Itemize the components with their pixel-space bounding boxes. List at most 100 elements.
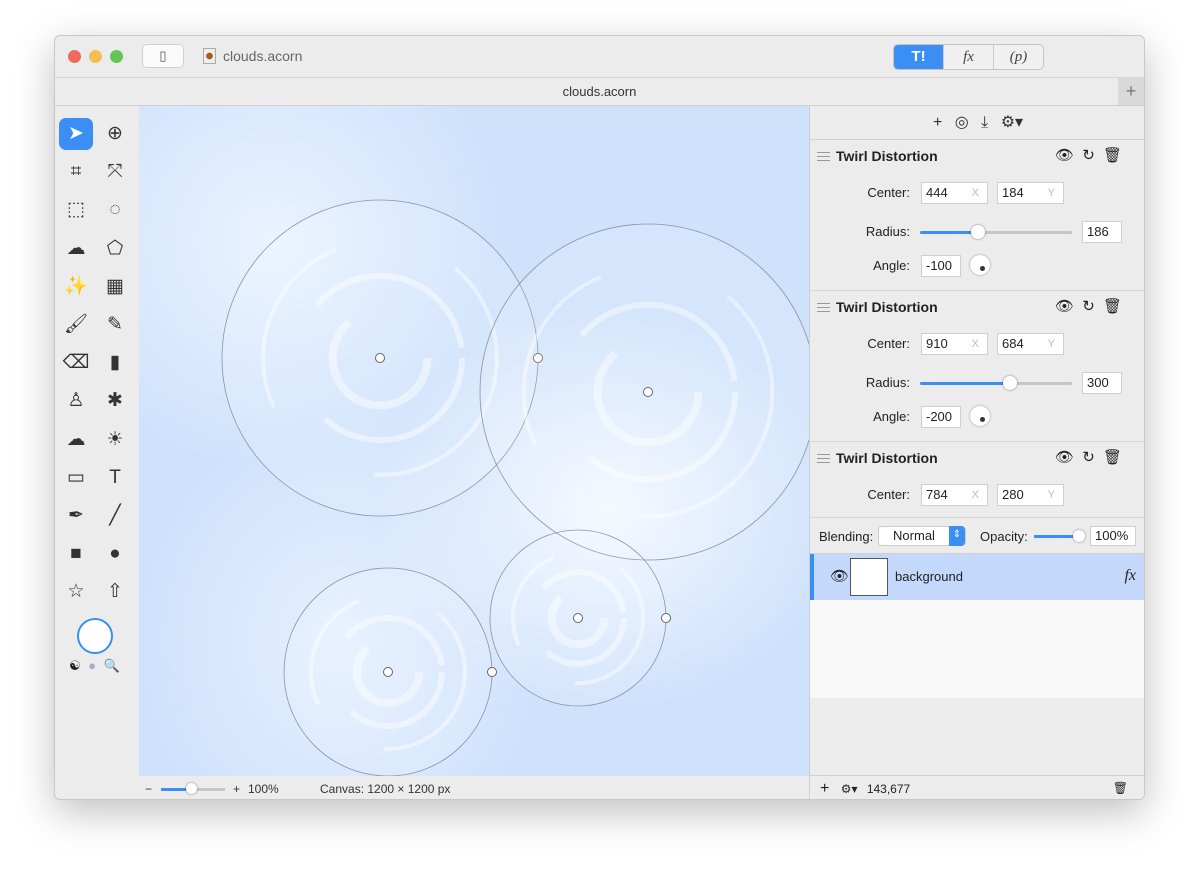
close-button[interactable] bbox=[68, 50, 81, 63]
layer-fx-button[interactable]: fx bbox=[1124, 567, 1136, 585]
instant-alpha-tool[interactable]: ▦ bbox=[98, 271, 132, 303]
center-handle[interactable] bbox=[375, 353, 385, 363]
visibility-eye-icon[interactable]: 👁 bbox=[1055, 298, 1074, 315]
oval-tool[interactable]: ● bbox=[98, 538, 132, 570]
radius-field[interactable]: 300 bbox=[1082, 372, 1122, 394]
angle-field[interactable]: -200 bbox=[921, 406, 961, 428]
document-title: clouds.acorn bbox=[203, 48, 302, 64]
filter-toolbar: + ◎ ⤓ ⚙▾ bbox=[810, 106, 1144, 140]
center-y-field[interactable]: 684 Y bbox=[997, 333, 1064, 355]
eraser-tool[interactable]: ⌫ bbox=[59, 347, 93, 379]
rectangle-tool[interactable]: ■ bbox=[59, 538, 93, 570]
zoom-button[interactable] bbox=[110, 50, 123, 63]
opacity-field[interactable]: 100% bbox=[1090, 526, 1136, 546]
brush-tool[interactable]: 🖌 bbox=[59, 309, 93, 341]
magic-wand-tool[interactable]: ✨ bbox=[59, 271, 93, 303]
lasso-tool[interactable]: ☁ bbox=[59, 233, 93, 265]
radius-handle[interactable] bbox=[487, 667, 497, 677]
opacity-slider[interactable] bbox=[1034, 530, 1085, 542]
zoom-in-button[interactable]: + bbox=[233, 778, 240, 799]
download-icon[interactable]: ⤓ bbox=[981, 114, 988, 131]
center-handle[interactable] bbox=[643, 387, 653, 397]
delete-layer-icon[interactable]: 🗑 bbox=[1113, 776, 1128, 799]
smudge-tool[interactable]: ✱ bbox=[98, 385, 132, 417]
mode-filters[interactable]: fx bbox=[943, 45, 993, 69]
color-picker-icon[interactable]: 🔍 bbox=[104, 658, 120, 673]
visibility-eye-icon[interactable]: 👁 bbox=[1055, 449, 1074, 466]
tab-bar: clouds.acorn + bbox=[55, 78, 1144, 106]
center-handle[interactable] bbox=[383, 667, 393, 677]
radius-slider[interactable] bbox=[920, 376, 1072, 390]
zoom-slider[interactable] bbox=[161, 783, 225, 794]
filter-title: Twirl Distortion bbox=[836, 299, 938, 315]
pencil-tool[interactable]: ✎ bbox=[98, 309, 132, 341]
radius-handle[interactable] bbox=[661, 613, 671, 623]
crop-tool[interactable]: ⌗ bbox=[59, 156, 93, 188]
star-tool[interactable]: ☆ bbox=[59, 576, 93, 608]
rect-select-tool[interactable]: ⬚ bbox=[59, 194, 93, 226]
visibility-eye-icon[interactable]: 👁 bbox=[830, 567, 849, 585]
tab-clouds[interactable]: clouds.acorn bbox=[563, 84, 637, 99]
gradient-tool[interactable]: ▭ bbox=[59, 462, 93, 494]
resize-tool[interactable]: ⤧ bbox=[98, 156, 132, 188]
center-x-field[interactable]: 784 X bbox=[921, 484, 988, 506]
center-x-field[interactable]: 444 X bbox=[921, 182, 988, 204]
fill-tool[interactable]: ▮ bbox=[98, 347, 132, 379]
filter-header: Twirl Distortion 👁 ↻ 🗑 bbox=[810, 442, 1144, 474]
mode-shapes[interactable]: (p) bbox=[993, 45, 1043, 69]
trash-icon[interactable]: 🗑 bbox=[1103, 298, 1122, 315]
arrow-tool[interactable]: ⇧ bbox=[98, 576, 132, 608]
line-tool[interactable]: ╱ bbox=[98, 500, 132, 532]
angle-dial[interactable] bbox=[970, 255, 990, 275]
blending-select[interactable]: Normal ⇕ bbox=[878, 526, 966, 546]
radius-label: Radius: bbox=[865, 375, 910, 390]
sidebar-toggle-button[interactable]: ▯ bbox=[142, 44, 184, 68]
text-tool[interactable]: T bbox=[98, 462, 132, 494]
swap-colors-icon[interactable]: ☯ bbox=[69, 658, 81, 673]
title-bar: ▯ clouds.acorn T! fx (p) bbox=[55, 36, 1144, 78]
twirl-region-2[interactable] bbox=[479, 223, 809, 561]
clone-tool[interactable]: ♙ bbox=[59, 385, 93, 417]
drag-handle-icon[interactable] bbox=[817, 303, 830, 312]
center-label: Center: bbox=[867, 336, 910, 351]
layer-gear-icon[interactable]: ⚙▾ bbox=[841, 782, 858, 796]
move-tool[interactable]: ➤ bbox=[59, 118, 93, 150]
cloud-tool[interactable]: ☁ bbox=[59, 424, 93, 456]
radius-slider[interactable] bbox=[920, 225, 1072, 239]
gear-icon[interactable]: ⚙▾ bbox=[1001, 114, 1023, 131]
new-tab-button[interactable]: + bbox=[1118, 78, 1144, 105]
app-window: ▯ clouds.acorn T! fx (p) clouds.acorn + … bbox=[54, 35, 1145, 800]
drag-handle-icon[interactable] bbox=[817, 454, 830, 463]
trash-icon[interactable]: 🗑 bbox=[1103, 449, 1122, 466]
center-x-field[interactable]: 910 X bbox=[921, 333, 988, 355]
visibility-eye-icon[interactable]: 👁 bbox=[1055, 147, 1074, 164]
center-y-field[interactable]: 280 Y bbox=[997, 484, 1064, 506]
reset-icon[interactable]: ↻ bbox=[1082, 298, 1095, 315]
angle-dial[interactable] bbox=[970, 406, 990, 426]
layer-row-background[interactable]: 👁 background fx bbox=[810, 554, 1144, 600]
polygon-lasso-tool[interactable]: ⬠ bbox=[98, 233, 132, 265]
light-tool[interactable]: ☀ bbox=[98, 424, 132, 456]
zoom-out-button[interactable]: − bbox=[145, 778, 152, 799]
filter-twirl-distortion: Twirl Distortion 👁 ↻ 🗑 Center: 784 X 280 Y bbox=[810, 442, 1144, 518]
trash-icon[interactable]: 🗑 bbox=[1103, 147, 1122, 164]
angle-field[interactable]: -100 bbox=[921, 255, 961, 277]
ellipse-select-tool[interactable]: ◌ bbox=[98, 194, 132, 226]
minimize-button[interactable] bbox=[89, 50, 102, 63]
drag-handle-icon[interactable] bbox=[817, 152, 830, 161]
twirl-region-4[interactable] bbox=[283, 567, 497, 776]
radius-field[interactable]: 186 bbox=[1082, 221, 1122, 243]
center-y-field[interactable]: 184 Y bbox=[997, 182, 1064, 204]
stroke-color-well[interactable]: ● bbox=[88, 658, 96, 673]
reset-icon[interactable]: ↻ bbox=[1082, 449, 1095, 466]
zoom-tool[interactable]: ⊕ bbox=[98, 118, 132, 150]
center-handle[interactable] bbox=[573, 613, 583, 623]
add-filter-icon[interactable]: + bbox=[933, 114, 942, 131]
reset-icon[interactable]: ↻ bbox=[1082, 147, 1095, 164]
bezier-pen-tool[interactable]: ✒ bbox=[59, 500, 93, 532]
image-canvas[interactable] bbox=[139, 106, 809, 776]
fill-color-well[interactable] bbox=[77, 618, 113, 654]
add-layer-button[interactable]: + bbox=[820, 780, 829, 797]
filter-presets-icon[interactable]: ◎ bbox=[955, 114, 969, 131]
mode-tools[interactable]: T! bbox=[894, 45, 943, 69]
